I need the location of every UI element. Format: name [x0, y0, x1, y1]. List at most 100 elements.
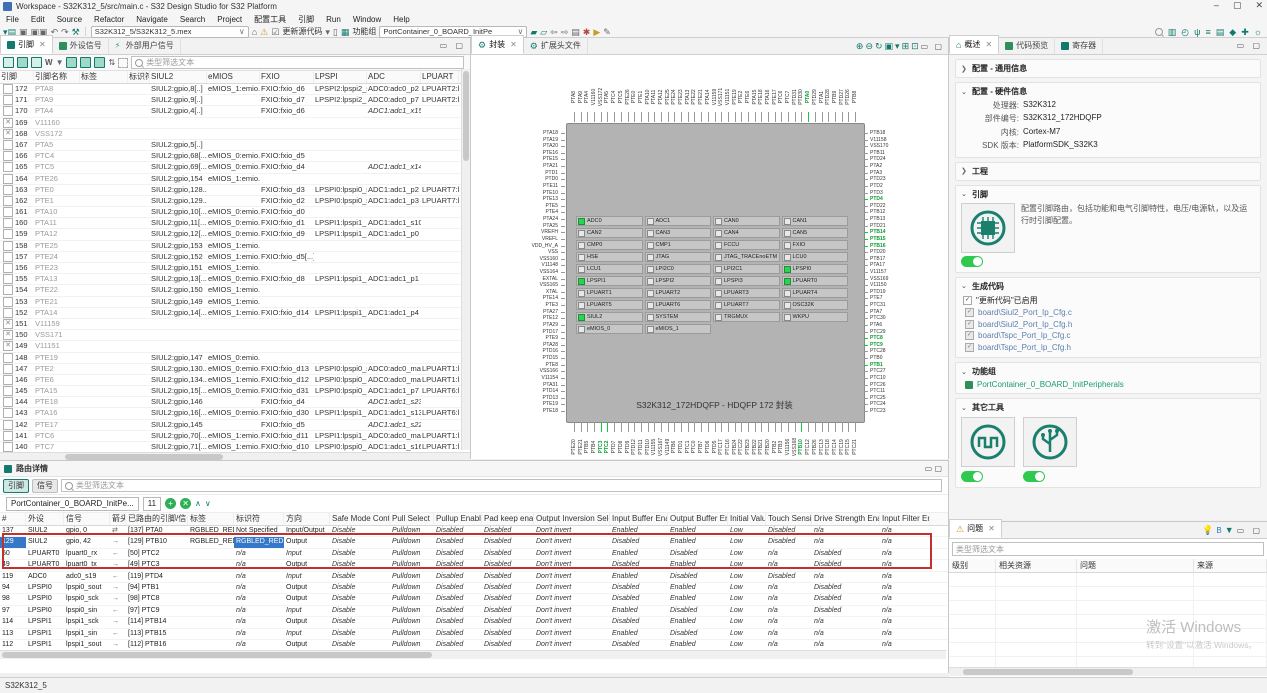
row-checkbox[interactable] — [3, 397, 13, 408]
pin-label-PTA7[interactable]: PTA7 — [870, 309, 882, 315]
peripheral-ADC1[interactable]: ADC1 — [644, 216, 711, 226]
pin-label-PTC12[interactable]: PTC12 — [805, 439, 811, 455]
pin-label-PTD8[interactable]: PTD8 — [618, 441, 624, 454]
pin-label-PTD22[interactable]: PTD22 — [870, 203, 886, 209]
peripheral-CAN5[interactable]: CAN5 — [781, 228, 848, 238]
pin-label-PTD29[interactable]: PTD29 — [812, 89, 818, 105]
column-header[interactable]: Output Buffer Enable — [668, 513, 728, 525]
tab-expansion-header[interactable]: ⚙ 扩展头文件 — [524, 37, 588, 54]
pin-label-PTD3[interactable]: PTD3 — [870, 190, 883, 196]
row-checkbox[interactable] — [3, 184, 13, 195]
home-icon[interactable]: ⌂ — [252, 27, 257, 37]
column-header[interactable]: Pad keep enable — [482, 513, 534, 525]
pin-label-PTC22[interactable]: PTC22 — [738, 439, 744, 455]
pin-label-PTD27[interactable]: PTD27 — [839, 89, 845, 105]
peripheral-eMIOS_1[interactable]: eMIOS_1 — [644, 324, 711, 334]
section-generated-code[interactable]: ⌄ 生成代码 ✓ "更新代码"已启用 ✓ board\Siul2_Port_Ip_C… — [955, 276, 1261, 358]
row-checkbox[interactable]: ✕ — [3, 117, 13, 128]
pin-row[interactable]: 147 PTE2 SIUL2:gpio,130... eMIOS_0:emio... F… — [0, 363, 470, 375]
redo-icon[interactable]: ↷ — [61, 27, 69, 37]
peripheral-LCU1[interactable]: LCU1 — [576, 264, 643, 274]
pin-row[interactable]: 140 PTC7 SIUL2:gpio,71[... eMIOS_1:emio... F… — [0, 442, 470, 452]
pin-label-V11150[interactable]: V11150 — [870, 282, 887, 288]
menu-Window[interactable]: Window — [347, 15, 387, 24]
pin-label-PTD16[interactable]: PTD16 — [524, 348, 558, 354]
peripheral-checkbox[interactable] — [715, 229, 722, 237]
pin-label-PTA25[interactable]: PTA25 — [524, 223, 558, 229]
row-checkbox[interactable] — [3, 419, 13, 430]
pin-label-PTE18[interactable]: PTE18 — [524, 408, 558, 414]
pin-label-XTAL[interactable]: XTAL — [524, 289, 558, 295]
peripheral-LPUART5[interactable]: LPUART5 — [576, 300, 643, 310]
column-header[interactable]: 引脚名称 — [34, 71, 80, 83]
view-all-icon[interactable] — [3, 57, 14, 68]
menu-引脚[interactable]: 引脚 — [292, 14, 320, 25]
peripheral-eMIOS_0[interactable]: eMIOS_0 — [576, 324, 643, 334]
row-checkbox[interactable] — [3, 363, 13, 374]
pin-label-PTA20[interactable]: PTA20 — [524, 143, 558, 149]
grid-icon[interactable]: ▦ — [341, 27, 350, 37]
add-route-button[interactable]: + — [165, 498, 177, 509]
pin-label-VSS165[interactable]: VSS165 — [524, 282, 558, 288]
view-routed-icon[interactable] — [17, 57, 28, 68]
pin-label-PTB13[interactable]: PTB13 — [870, 216, 885, 222]
pins-filter-input[interactable]: 类型筛选文本 — [131, 56, 464, 69]
peripheral-checkbox[interactable] — [646, 241, 654, 249]
pin-label-PTE26[interactable]: PTE26 — [625, 89, 631, 104]
menu-File[interactable]: File — [0, 15, 25, 24]
peripheral-checkbox[interactable] — [646, 253, 654, 261]
peripheral-FCCU[interactable]: FCCU — [713, 240, 780, 250]
pin-label-VSS[interactable]: VSS — [524, 249, 558, 255]
pin-label-PTC16[interactable]: PTC16 — [725, 439, 731, 455]
peripheral-checkbox[interactable] — [783, 241, 791, 249]
pin-label-PTD24[interactable]: PTD24 — [870, 156, 886, 162]
pin-label-PTA15[interactable]: PTA15 — [752, 90, 758, 105]
peripheral-checkbox[interactable] — [578, 277, 585, 285]
pin-label-PTC27[interactable]: PTC27 — [870, 368, 886, 374]
pin-label-PTB24[interactable]: PTB24 — [732, 439, 738, 454]
update-code-icon[interactable]: ☑ — [271, 27, 279, 37]
pin-label-PTA29[interactable]: PTA29 — [524, 322, 558, 328]
pin-label-PTD26[interactable]: PTD26 — [845, 89, 851, 105]
row-checkbox[interactable] — [3, 274, 13, 285]
pin-row[interactable]: 148 PTE19 SIUL2:gpio,147 eMIOS_0:emio... — [0, 352, 470, 364]
pin-label-PTB18[interactable]: PTB18 — [870, 130, 885, 136]
row-checkbox[interactable] — [3, 408, 13, 419]
pin-row[interactable]: 163 PTE0 SIUL2:gpio,128... FXIO:fxio_d3 LPSP… — [0, 184, 470, 196]
pin-label-PTE10[interactable]: PTE10 — [524, 190, 558, 196]
image-icon[interactable]: ▣▾ — [885, 41, 902, 51]
pin-label-PTE15[interactable]: PTE15 — [524, 156, 558, 162]
peripheral-checkbox[interactable] — [646, 325, 654, 333]
pin-label-VSS166[interactable]: VSS166 — [524, 368, 558, 374]
pin-label-PTA21[interactable]: PTA21 — [524, 163, 558, 169]
pin-label-PTE24[interactable]: PTE24 — [671, 89, 677, 104]
pin-label-PTE19[interactable]: PTE19 — [524, 401, 558, 407]
pin-label-V11156[interactable]: V11156 — [785, 439, 791, 456]
pin-label-PTC25[interactable]: PTC25 — [870, 395, 886, 401]
pin-label-PTC13[interactable]: PTC13 — [819, 439, 825, 455]
pin-label-PTD10[interactable]: PTD10 — [645, 439, 651, 455]
peripheral-checkbox[interactable] — [715, 217, 722, 225]
pin-label-PTA5[interactable]: PTA5 — [604, 91, 610, 103]
mex-file-combo[interactable]: S32K312_5/S32K312_5.mex ∨ — [90, 25, 249, 38]
peripheral-LPI2C0[interactable]: LPI2C0 — [644, 264, 711, 274]
pin-label-PTE21[interactable]: PTE21 — [578, 439, 584, 454]
pin-label-PTB9[interactable]: PTB9 — [832, 91, 838, 104]
tab-peripheral-signals[interactable]: 外设信号 — [53, 37, 109, 54]
pin-label-V11160[interactable]: V11160 — [591, 89, 597, 106]
dir-out-icon[interactable] — [94, 57, 106, 68]
pin-label-PTA18[interactable]: PTA18 — [524, 130, 558, 136]
debug-icon[interactable]: ✱ — [583, 27, 591, 37]
pin-label-PTC31[interactable]: PTC31 — [870, 302, 886, 308]
column-header[interactable]: 相关资源 — [996, 559, 1077, 572]
update-code-enabled[interactable]: ✓ "更新代码"已启用 — [963, 295, 1255, 306]
section-functional-group[interactable]: ⌄ 功能组 PortContainer_0_BOARD_InitPeriphera… — [955, 362, 1261, 394]
peripheral-checkbox[interactable] — [783, 313, 791, 321]
pin-label-PTB5[interactable]: PTB5 — [584, 441, 590, 454]
dropdown-icon[interactable]: ▾ — [325, 27, 330, 37]
select-icon[interactable] — [118, 57, 129, 68]
build-icon[interactable]: ⚒ — [72, 27, 80, 37]
problems-controls[interactable]: 💡B▼▭ ▢ — [1202, 525, 1263, 535]
pane-controls[interactable]: ▭ ▢ — [925, 464, 942, 473]
minimize-icon[interactable]: – — [1214, 0, 1219, 11]
